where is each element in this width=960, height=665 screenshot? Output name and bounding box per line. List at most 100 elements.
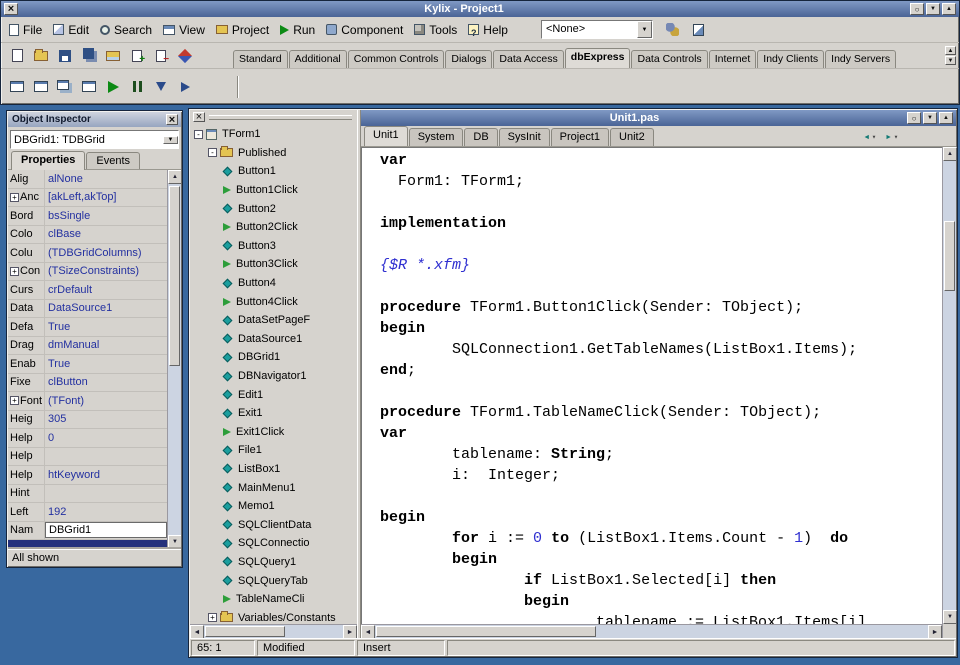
property-value[interactable]: DBGrid1 xyxy=(45,522,167,538)
property-row[interactable]: Hint xyxy=(8,485,167,504)
property-row[interactable]: HelphtKeyword xyxy=(8,466,167,485)
maximize-icon[interactable] xyxy=(939,112,953,124)
pause-button[interactable] xyxy=(125,76,149,97)
property-value[interactable]: (TFont) xyxy=(45,395,167,407)
tree-item-variables-constants[interactable]: +Variables/Constants xyxy=(190,608,357,624)
object-inspector-titlebar[interactable]: Object Inspector xyxy=(8,112,181,127)
palette-tab-data-access[interactable]: Data Access xyxy=(493,50,563,68)
sync-edits-button[interactable] xyxy=(687,19,711,40)
tree-item-listbox1[interactable]: ListBox1 xyxy=(190,460,357,479)
scrollbar-thumb[interactable] xyxy=(944,221,955,291)
palette-tab-data-controls[interactable]: Data Controls xyxy=(631,50,707,68)
tree-item-sqlclientdata[interactable]: SQLClientData xyxy=(190,515,357,534)
tree-item-exit1[interactable]: Exit1 xyxy=(190,404,357,423)
scroll-up-icon[interactable] xyxy=(945,46,956,55)
expand-icon[interactable]: + xyxy=(10,267,19,276)
property-row[interactable]: AligalNone xyxy=(8,170,167,189)
tree-item-button1[interactable]: Button1 xyxy=(190,162,357,181)
tree-item-sqlconnectio[interactable]: SQLConnectio xyxy=(190,534,357,553)
editor-titlebar[interactable]: Unit1.pas xyxy=(361,110,956,126)
tree-item-tablenamecli[interactable]: TableNameCli xyxy=(190,590,357,609)
property-row[interactable]: CurscrDefault xyxy=(8,281,167,300)
dock-grab-handle[interactable] xyxy=(209,115,352,120)
tree-item-edit1[interactable]: Edit1 xyxy=(190,385,357,404)
new-form-button[interactable] xyxy=(77,76,101,97)
palette-scroll[interactable] xyxy=(944,46,957,65)
property-value[interactable]: clBase xyxy=(45,228,167,240)
sticky-icon[interactable] xyxy=(910,3,924,15)
component-selector[interactable]: DBGrid1: TDBGrid xyxy=(10,130,179,149)
toggle-form-unit-button[interactable] xyxy=(53,76,77,97)
editor-tab-db[interactable]: DB xyxy=(464,128,497,146)
view-unit-button[interactable] xyxy=(5,76,29,97)
menu-run[interactable]: Run xyxy=(276,20,322,40)
expand-icon[interactable]: + xyxy=(10,396,19,405)
editor-tab-sysinit[interactable]: SysInit xyxy=(499,128,550,146)
scrollbar-track[interactable] xyxy=(943,161,956,610)
scroll-left-icon[interactable] xyxy=(190,625,204,639)
property-row[interactable]: Help xyxy=(8,448,167,467)
property-row[interactable]: +Con(TSizeConstraints) xyxy=(8,263,167,282)
menu-file[interactable]: File xyxy=(5,20,49,40)
scrollbar-thumb[interactable] xyxy=(169,186,180,366)
property-value[interactable]: htKeyword xyxy=(45,469,167,481)
chevron-down-icon[interactable] xyxy=(163,136,178,144)
property-row[interactable]: DefaTrue xyxy=(8,318,167,337)
editor-tab-unit2[interactable]: Unit2 xyxy=(610,128,654,146)
tree-item-button4click[interactable]: Button4Click xyxy=(190,292,357,311)
property-value[interactable]: crDefault xyxy=(45,284,167,296)
tree-item-exit1click[interactable]: Exit1Click xyxy=(190,423,357,442)
scroll-down-icon[interactable] xyxy=(943,610,957,624)
palette-tab-indy-servers[interactable]: Indy Servers xyxy=(825,50,896,68)
property-value[interactable]: DataSource1 xyxy=(45,302,167,314)
palette-tab-internet[interactable]: Internet xyxy=(709,50,757,68)
palette-tab-dialogs[interactable]: Dialogs xyxy=(445,50,492,68)
save-all-button[interactable] xyxy=(77,45,101,66)
property-value[interactable]: 192 xyxy=(45,506,167,518)
menu-search[interactable]: Search xyxy=(96,20,159,40)
properties-scrollbar[interactable] xyxy=(167,170,181,549)
close-icon[interactable] xyxy=(4,3,18,15)
tree-item-sqlquerytab[interactable]: SQLQueryTab xyxy=(190,571,357,590)
code-area[interactable]: var Form1: TForm1;implementation{$R *.xf… xyxy=(361,147,942,624)
property-value[interactable]: dmManual xyxy=(45,339,167,351)
help-contents-button[interactable] xyxy=(173,45,197,66)
tree-item-sqlquery1[interactable]: SQLQuery1 xyxy=(190,553,357,572)
property-value[interactable]: bsSingle xyxy=(45,210,167,222)
editor-tab-system[interactable]: System xyxy=(409,128,464,146)
property-row[interactable]: DataDataSource1 xyxy=(8,300,167,319)
editor-vscrollbar[interactable] xyxy=(942,147,956,624)
collapse-icon[interactable]: - xyxy=(208,148,217,157)
tree-item-button2[interactable]: Button2 xyxy=(190,199,357,218)
scroll-down-icon[interactable] xyxy=(168,535,181,549)
scroll-right-icon[interactable] xyxy=(928,625,942,639)
property-value[interactable]: alNone xyxy=(45,173,167,185)
scrollbar-track[interactable] xyxy=(204,625,343,638)
chevron-down-icon[interactable] xyxy=(637,21,652,38)
explorer-scrollbar[interactable] xyxy=(190,624,357,638)
tree-item-published[interactable]: -Published xyxy=(190,144,357,163)
palette-tab-additional[interactable]: Additional xyxy=(289,50,347,68)
palette-tab-common-controls[interactable]: Common Controls xyxy=(348,50,445,68)
property-row[interactable]: Help0 xyxy=(8,429,167,448)
tree-item-mainmenu1[interactable]: MainMenu1 xyxy=(190,478,357,497)
oi-tab-properties[interactable]: Properties xyxy=(11,151,85,170)
scroll-up-icon[interactable] xyxy=(943,147,957,161)
palette-tab-indy-clients[interactable]: Indy Clients xyxy=(757,50,824,68)
property-row[interactable]: Colu(TDBGridColumns) xyxy=(8,244,167,263)
editor-tab-project1[interactable]: Project1 xyxy=(551,128,609,146)
minimize-icon[interactable] xyxy=(923,112,937,124)
property-row[interactable]: Left192 xyxy=(8,503,167,522)
maximize-icon[interactable] xyxy=(942,3,956,15)
property-row[interactable]: ColoclBase xyxy=(8,226,167,245)
tree-item-button3click[interactable]: Button3Click xyxy=(190,255,357,274)
tree-item-dbnavigator1[interactable]: DBNavigator1 xyxy=(190,367,357,386)
tree-item-dbgrid1[interactable]: DBGrid1 xyxy=(190,348,357,367)
tree-item-tform1[interactable]: -TForm1 xyxy=(190,125,357,144)
scroll-up-icon[interactable] xyxy=(168,170,181,184)
editor-tab-unit1[interactable]: Unit1 xyxy=(364,126,408,146)
palette-tab-standard[interactable]: Standard xyxy=(233,50,288,68)
property-value[interactable]: True xyxy=(45,321,167,333)
property-row[interactable]: DragdmManual xyxy=(8,337,167,356)
property-row[interactable]: Heig305 xyxy=(8,411,167,430)
